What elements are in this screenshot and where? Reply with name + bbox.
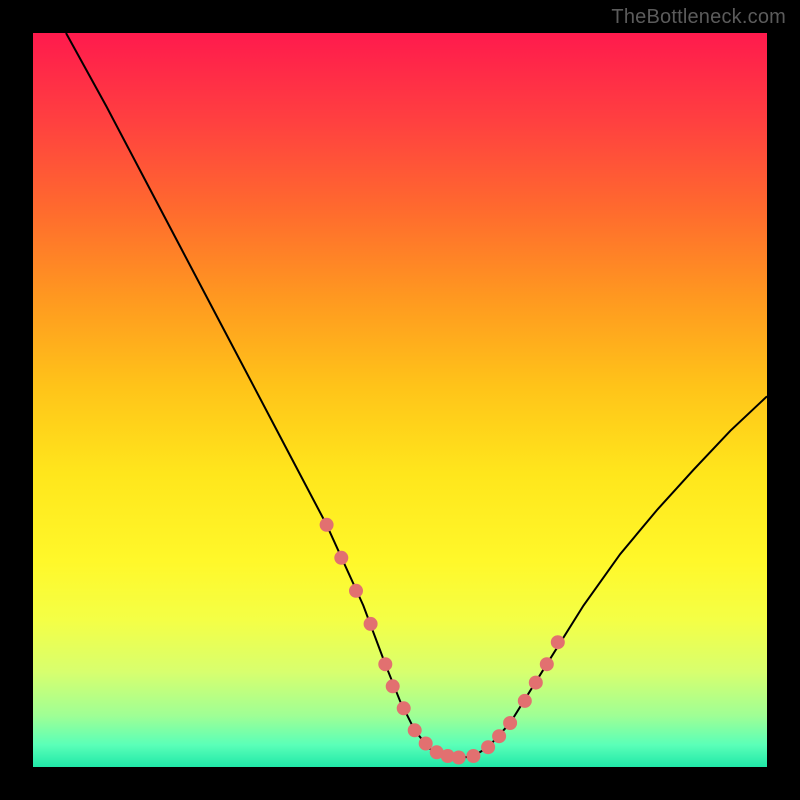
marker-dot <box>481 740 495 754</box>
marker-dot <box>386 679 400 693</box>
marker-dot <box>492 729 506 743</box>
marker-dot <box>334 551 348 565</box>
marker-dot <box>529 676 543 690</box>
marker-dot <box>408 723 422 737</box>
curve-path <box>66 33 767 758</box>
marker-dot <box>320 518 334 532</box>
marker-dot <box>540 657 554 671</box>
marker-dot <box>364 617 378 631</box>
watermark-text: TheBottleneck.com <box>611 6 786 29</box>
chart-svg <box>33 33 767 767</box>
chart-frame: TheBottleneck.com <box>0 0 800 800</box>
marker-dot <box>503 716 517 730</box>
marker-dot <box>397 701 411 715</box>
marker-dot <box>349 584 363 598</box>
plot-area <box>33 33 767 767</box>
marker-dot <box>419 737 433 751</box>
marker-group <box>320 518 565 765</box>
marker-dot <box>452 751 466 765</box>
marker-dot <box>466 749 480 763</box>
marker-dot <box>551 635 565 649</box>
marker-dot <box>378 657 392 671</box>
marker-dot <box>518 694 532 708</box>
